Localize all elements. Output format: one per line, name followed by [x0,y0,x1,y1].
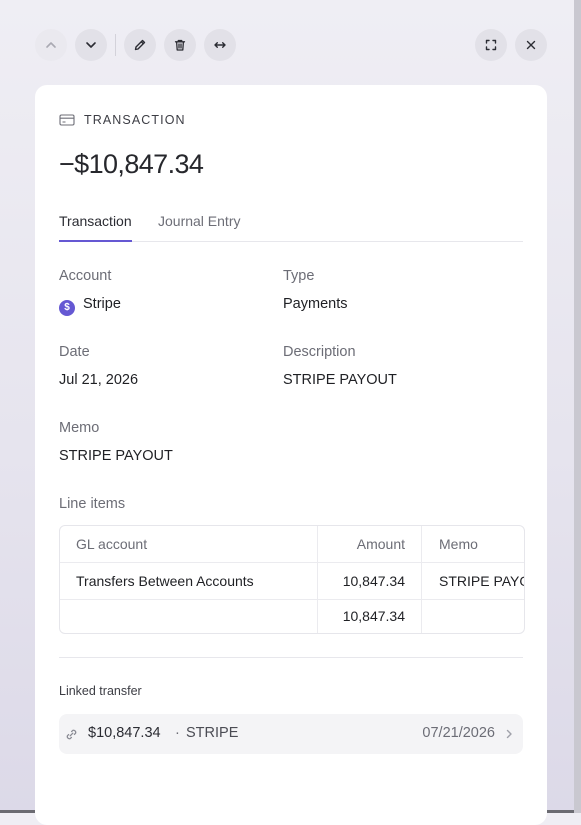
close-button[interactable] [515,29,547,61]
trash-icon [174,39,186,51]
memo-value: STRIPE PAYOUT [59,448,173,464]
close-icon [526,40,536,50]
linked-transfer-card[interactable]: $10,847.34 · STRIPE 07/21/2026 [59,714,523,754]
edit-button[interactable] [124,29,156,61]
cell-total-empty [60,599,318,633]
line-items-table[interactable]: GL account Amount Memo Transfers Between… [59,525,525,634]
column-header-gl-account: GL account [60,526,318,562]
column-header-memo: Memo [439,536,478,552]
delete-button[interactable] [164,29,196,61]
cell-amount: 10,847.34 [318,562,422,599]
chevron-down-icon [86,42,96,48]
stripe-icon: $ [59,299,75,316]
tab-journal-entry[interactable]: Journal Entry [158,213,240,240]
description-label: Description [283,344,356,360]
chevron-right-icon [506,729,512,739]
type-label: Type [283,268,315,284]
account-name: Stripe [83,296,121,312]
window-edge-right [574,0,581,813]
toolbar-divider [115,34,116,56]
table-total-row: 10,847.34 [60,599,524,633]
description-value: STRIPE PAYOUT [283,372,397,388]
expand-button[interactable] [475,29,507,61]
table-row[interactable]: Transfers Between Accounts 10,847.34 STR… [60,562,524,600]
linked-transfer-separator: · [175,725,180,741]
cell-total-memo [422,599,524,633]
transaction-panel: TRANSACTION −$10,847.34 Transaction Jour… [35,85,547,825]
date-label: Date [59,344,90,360]
table-header-row: GL account Amount Memo [60,526,524,563]
linked-transfer-name: STRIPE [186,725,239,741]
line-items-title: Line items [59,496,126,512]
column-header-amount: Amount [318,526,422,562]
pencil-icon [134,39,146,51]
arrows-horizontal-icon [214,42,226,48]
tab-bar: Transaction Journal Entry [59,213,523,242]
chevron-up-icon [46,42,56,48]
cell-total-amount: 10,847.34 [318,599,422,633]
expand-icon [485,39,497,51]
linked-transfer-amount: $10,847.34 [88,725,161,741]
section-divider [59,657,523,658]
cell-gl-account: Transfers Between Accounts [60,562,318,599]
toolbar [35,29,581,61]
account-value[interactable]: $ Stripe [59,296,121,316]
credit-card-icon [59,114,75,126]
linked-transfer-title: Linked transfer [59,684,142,698]
swap-button[interactable] [204,29,236,61]
memo-label: Memo [59,420,100,436]
account-label: Account [59,268,112,284]
transaction-amount: −$10,847.34 [59,149,204,179]
link-icon [66,729,77,740]
transaction-kind-label: TRANSACTION [84,113,186,127]
date-value: Jul 21, 2026 [59,372,139,388]
tab-transaction[interactable]: Transaction [59,213,132,242]
transaction-kind: TRANSACTION [59,113,186,127]
cell-memo: STRIPE PAYOUT [439,572,524,589]
linked-transfer-date: 07/21/2026 [422,725,495,741]
next-button[interactable] [75,29,107,61]
previous-button[interactable] [35,29,67,61]
type-value: Payments [283,296,348,312]
